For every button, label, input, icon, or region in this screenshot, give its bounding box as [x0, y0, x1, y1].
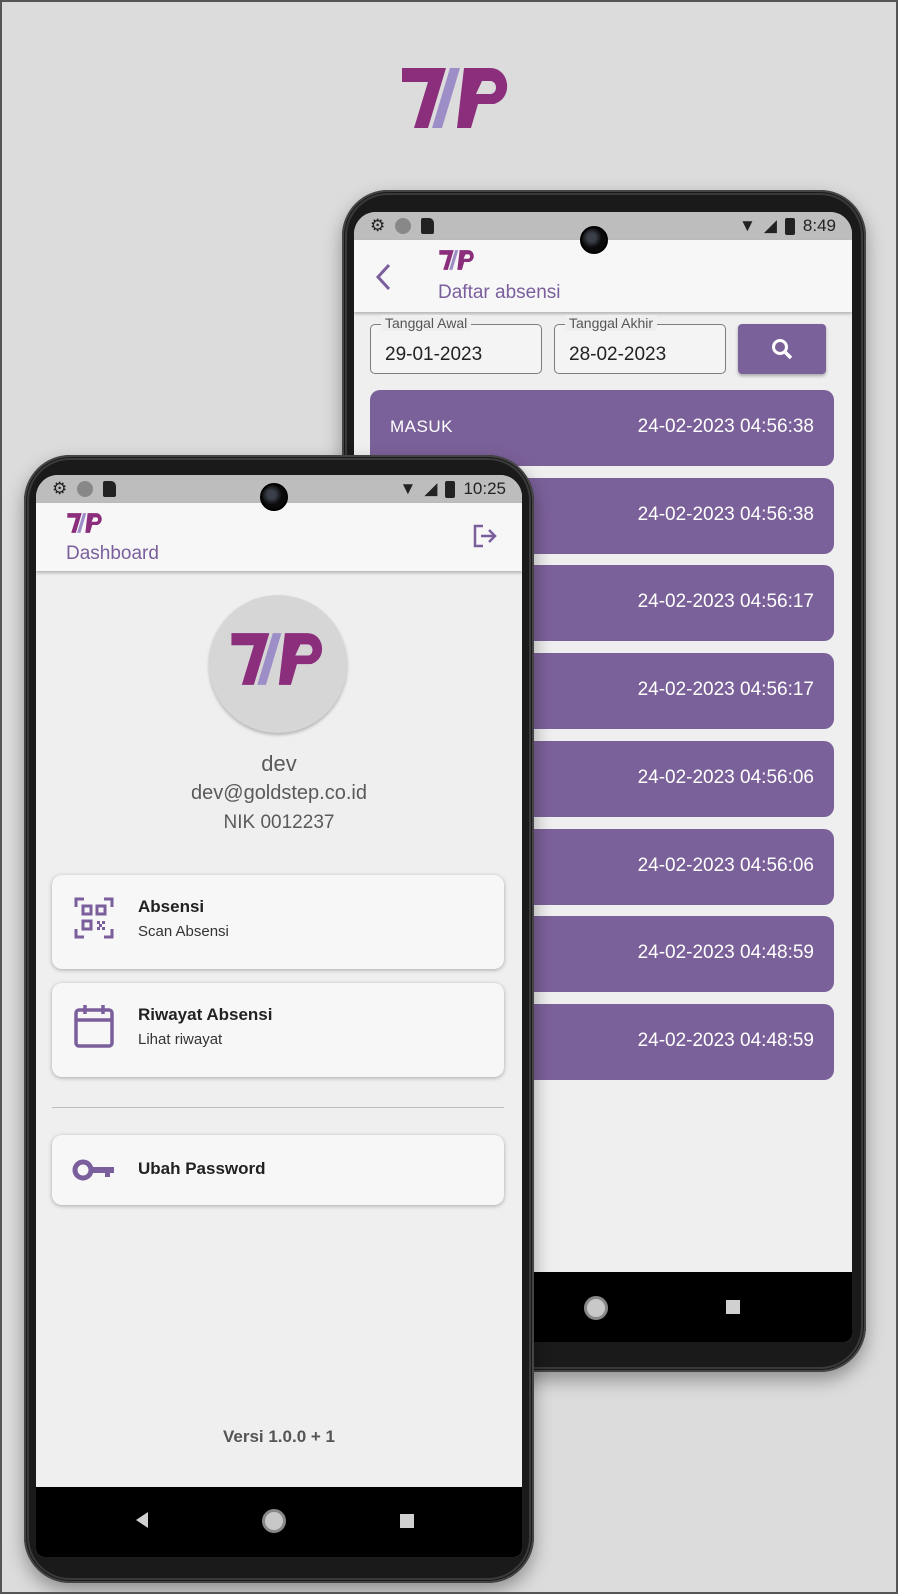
search-icon: [772, 339, 793, 360]
user-email: dev@goldstep.co.id: [191, 782, 367, 804]
end-date-label: Tanggal Akhir: [565, 315, 658, 331]
attendance-time: 24-02-2023 04:56:06: [637, 766, 814, 788]
signal-icon: ◢: [763, 216, 777, 235]
version-text: Versi 1.0.0 + 1: [222, 1427, 335, 1446]
menu-card-ubah-password[interactable]: Ubah Password: [52, 1135, 504, 1205]
qr-scan-icon: [74, 897, 114, 939]
key-icon: [72, 1159, 114, 1181]
user-name: dev: [261, 751, 297, 776]
home-nav-button[interactable]: [584, 1296, 608, 1320]
front-camera: [580, 226, 608, 254]
attendance-time: 24-02-2023 04:48:59: [637, 1029, 814, 1051]
recents-nav-button[interactable]: [400, 1514, 414, 1528]
status-time: 10:25: [463, 479, 506, 498]
sd-card-icon: [103, 481, 117, 497]
chevron-left-icon[interactable]: [374, 262, 394, 292]
avatar-logo: [228, 629, 328, 689]
menu-card-absensi[interactable]: Absensi Scan Absensi: [52, 875, 504, 969]
attendance-type: MASUK: [390, 417, 453, 436]
logout-icon[interactable]: [472, 523, 498, 549]
battery-icon: [784, 217, 795, 235]
recents-nav-button[interactable]: [726, 1300, 740, 1314]
page-title: Dashboard: [66, 543, 159, 564]
menu-card-riwayat[interactable]: Riwayat Absensi Lihat riwayat: [52, 983, 504, 1077]
calendar-icon: [74, 1005, 114, 1048]
attendance-time: 24-02-2023 04:56:17: [637, 591, 814, 613]
circle-icon: [395, 218, 412, 234]
attendance-time: 24-02-2023 04:56:17: [637, 679, 814, 701]
menu-title: Absensi: [138, 897, 205, 916]
attendance-time: 24-02-2023 04:56:38: [637, 416, 814, 437]
circle-icon: [77, 481, 94, 497]
gear-icon: ⚙: [370, 216, 386, 235]
menu-title: Riwayat Absensi: [138, 1005, 273, 1024]
start-date-field[interactable]: Tanggal Awal 29-01-2023: [370, 315, 542, 374]
menu-subtitle: Scan Absensi: [138, 923, 229, 940]
avatar: [209, 595, 347, 733]
battery-icon: [445, 480, 456, 498]
menu-subtitle: Lihat riwayat: [138, 1031, 223, 1048]
gear-icon: ⚙: [52, 479, 68, 498]
divider: [52, 1107, 504, 1108]
search-button[interactable]: [738, 324, 826, 374]
dashboard-screen: ⚙ ▼ ◢ 10:25 Dashboard dev dev@goldstep.c…: [36, 475, 522, 1557]
end-date-field[interactable]: Tanggal Akhir 28-02-2023: [554, 315, 726, 374]
phone-dashboard: ⚙ ▼ ◢ 10:25 Dashboard dev dev@goldstep.c…: [24, 455, 534, 1583]
status-time: 8:49: [802, 216, 836, 235]
attendance-time: 24-02-2023 04:56:38: [637, 503, 814, 525]
user-nik: NIK 0012237: [223, 812, 335, 833]
wifi-icon: ▼: [399, 479, 417, 498]
app-logo: [438, 248, 476, 272]
app-bar: Dashboard: [36, 503, 522, 571]
signal-icon: ◢: [424, 479, 438, 498]
attendance-time: 24-02-2023 04:48:59: [637, 942, 814, 964]
start-date-label: Tanggal Awal: [381, 315, 472, 331]
front-camera: [260, 483, 288, 511]
end-date-value: 28-02-2023: [569, 344, 667, 365]
home-nav-button[interactable]: [262, 1509, 286, 1533]
app-bar: Daftar absensi: [354, 240, 852, 312]
attendance-time: 24-02-2023 04:56:06: [637, 854, 814, 876]
menu-title: Ubah Password: [138, 1159, 266, 1178]
wifi-icon: ▼: [739, 216, 756, 235]
navigation-bar: [36, 1487, 522, 1557]
brand-logo: [398, 64, 514, 132]
sd-card-icon: [421, 218, 435, 234]
page-title: Daftar absensi: [438, 282, 561, 303]
app-logo: [66, 511, 104, 535]
start-date-value: 29-01-2023: [385, 344, 483, 365]
back-nav-button[interactable]: [134, 1511, 150, 1529]
